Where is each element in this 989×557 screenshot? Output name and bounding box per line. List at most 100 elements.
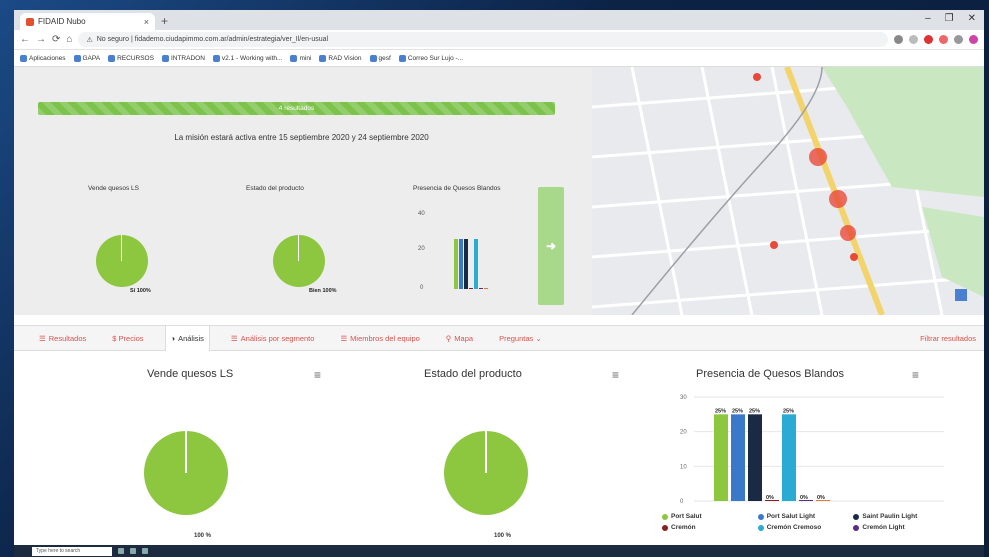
maximize-icon[interactable]: ❐ — [945, 13, 954, 24]
bar-data-label: 25% — [749, 408, 760, 414]
list-icon: ☰ — [39, 333, 46, 343]
mini-chart-title: Estado del producto — [246, 185, 304, 192]
bookmark-item[interactable]: Aplicaciones — [20, 54, 66, 62]
map-view[interactable] — [592, 67, 984, 315]
bookmark-label: RECURSOS — [117, 54, 154, 62]
tab-miembros-del-equipo[interactable]: ☰ Miembros del equipo — [335, 325, 424, 351]
profile-icon[interactable] — [969, 35, 978, 44]
legend-swatch — [757, 524, 764, 531]
tab-mapa[interactable]: ⚲ Mapa — [441, 325, 478, 351]
warning-icon: ⚠ — [86, 36, 93, 44]
bookmark-label: v2.1 - Working with... — [221, 54, 283, 62]
mini-bar — [464, 239, 468, 289]
new-tab-button[interactable]: + — [161, 14, 168, 28]
next-button[interactable]: ➜ — [538, 187, 564, 305]
legend-swatch — [853, 513, 860, 520]
bookmark-item[interactable]: gesf — [369, 54, 391, 62]
pie-chart — [144, 431, 228, 515]
bar-data-label: 25% — [783, 408, 794, 414]
bar-data-label: 0% — [800, 495, 808, 501]
tab-label: Análisis — [178, 334, 204, 343]
home-icon[interactable]: ⌂ — [66, 34, 72, 45]
reload-icon[interactable]: ⟳ — [52, 34, 60, 45]
bar[interactable] — [782, 414, 796, 501]
extension-icon[interactable] — [954, 35, 963, 44]
bookmark-label: INTRADON — [170, 54, 205, 62]
close-window-icon[interactable]: ✕ — [968, 13, 976, 24]
bookmark-icon — [290, 54, 298, 62]
list-icon: ☰ — [340, 333, 348, 343]
legend-item[interactable]: Port Salut — [662, 513, 758, 520]
filter-label: Filtrar resultados — [920, 333, 976, 343]
mini-pie-label: Bien 100% — [309, 288, 337, 294]
back-icon[interactable]: ← — [20, 34, 30, 45]
filter-results-button[interactable]: Filtrar resultados — [920, 334, 976, 343]
taskbar-app-icon[interactable] — [142, 548, 148, 554]
browser-window: FIDAID Nubo × + – ❐ ✕ ← → ⟳ ⌂ ⚠ No segur… — [14, 10, 984, 545]
mini-pie-chart — [96, 235, 148, 287]
taskbar-app-icon[interactable] — [118, 548, 124, 554]
chart-menu-icon[interactable]: ≡ — [612, 368, 619, 382]
mini-bar-chart: 40 20 0 — [410, 197, 510, 297]
pie-icon: ◑ — [170, 334, 176, 343]
tab-label: Análisis por segmento — [240, 333, 315, 343]
bar[interactable] — [748, 414, 762, 501]
bookmark-item[interactable]: GAPA — [73, 54, 100, 62]
progress-label: 4 resultados — [278, 105, 315, 112]
bookmark-item[interactable]: INTRADON — [161, 54, 205, 62]
pie-percent: 100 % — [194, 533, 212, 539]
bookmark-label: Correo Sur Lujo -... — [407, 54, 464, 62]
extension-icon[interactable] — [909, 35, 918, 44]
legend-item[interactable]: Cremón — [662, 524, 758, 531]
chart-legend: Port Salut Port Salut Light Saint Paulin L… — [662, 513, 952, 531]
taskbar-app-icon[interactable] — [130, 548, 136, 554]
bookmark-item[interactable]: mini — [290, 54, 312, 62]
tab-label: Resultados — [48, 333, 87, 343]
mission-summary: 4 resultados La misión estará activa ent… — [14, 67, 984, 315]
bookmark-icon — [73, 54, 81, 62]
url-field[interactable]: ⚠ No seguro | fidademo.ciudapimmo.com.ar… — [78, 32, 888, 47]
analysis-content: Vende quesos LS ≡ 100 % Estado del produ… — [14, 351, 984, 545]
tab-precios[interactable]: $ Precios — [107, 325, 148, 351]
pie-percent: 100 % — [494, 533, 512, 539]
legend-label: Saint Paulin Light — [862, 513, 918, 520]
bar-data-label: 0% — [766, 495, 774, 501]
mini-bar — [474, 239, 478, 289]
legend-item[interactable]: Port Salut Light — [757, 513, 854, 520]
bookmark-item[interactable]: RECURSOS — [108, 54, 154, 62]
tab-análisis-por-segmento[interactable]: ☰ Análisis por segmento — [226, 325, 320, 351]
forward-icon[interactable]: → — [36, 34, 46, 45]
mini-pie-label: Sí 100% — [130, 288, 151, 294]
tab-resultados[interactable]: ☰ Resultados — [34, 325, 91, 351]
bookmark-item[interactable]: Correo Sur Lujo -... — [398, 54, 464, 62]
legend-swatch — [662, 524, 668, 531]
bookmark-item[interactable]: RAD Vision — [319, 54, 362, 62]
chart-menu-icon[interactable]: ≡ — [912, 368, 919, 382]
close-tab-icon[interactable]: × — [144, 17, 149, 27]
legend-item[interactable]: Cremón Light — [853, 524, 949, 531]
map-canvas — [592, 67, 984, 315]
bookmark-label: Aplicaciones — [29, 54, 66, 62]
bookmark-item[interactable]: v2.1 - Working with... — [212, 54, 283, 62]
bar[interactable] — [714, 414, 728, 501]
extension-icon[interactable] — [939, 35, 948, 44]
bookmark-icon — [212, 54, 220, 62]
bookmark-icon — [369, 54, 377, 62]
taskbar-search[interactable]: Type here to search — [32, 546, 112, 556]
bar[interactable] — [731, 414, 745, 501]
legend-item[interactable]: Cremón Cremoso — [757, 524, 854, 531]
legend-item[interactable]: Saint Paulin Light — [853, 513, 949, 520]
tab-análisis[interactable]: ◑ Análisis — [164, 325, 210, 351]
browser-tab[interactable]: FIDAID Nubo × — [20, 13, 155, 30]
tab-strip: FIDAID Nubo × + – ❐ ✕ — [14, 10, 984, 30]
extension-icon[interactable] — [894, 35, 903, 44]
bar-data-label: 0% — [817, 495, 825, 501]
chart-menu-icon[interactable]: ≡ — [314, 368, 321, 382]
minimize-icon[interactable]: – — [925, 13, 931, 24]
mini-bar — [484, 288, 488, 289]
tab-preguntas[interactable]: Preguntas ⌄ — [494, 325, 547, 351]
extension-icon[interactable] — [924, 35, 933, 44]
window-controls: – ❐ ✕ — [925, 13, 976, 24]
mini-bar — [469, 288, 473, 289]
bookmark-label: mini — [299, 54, 312, 62]
